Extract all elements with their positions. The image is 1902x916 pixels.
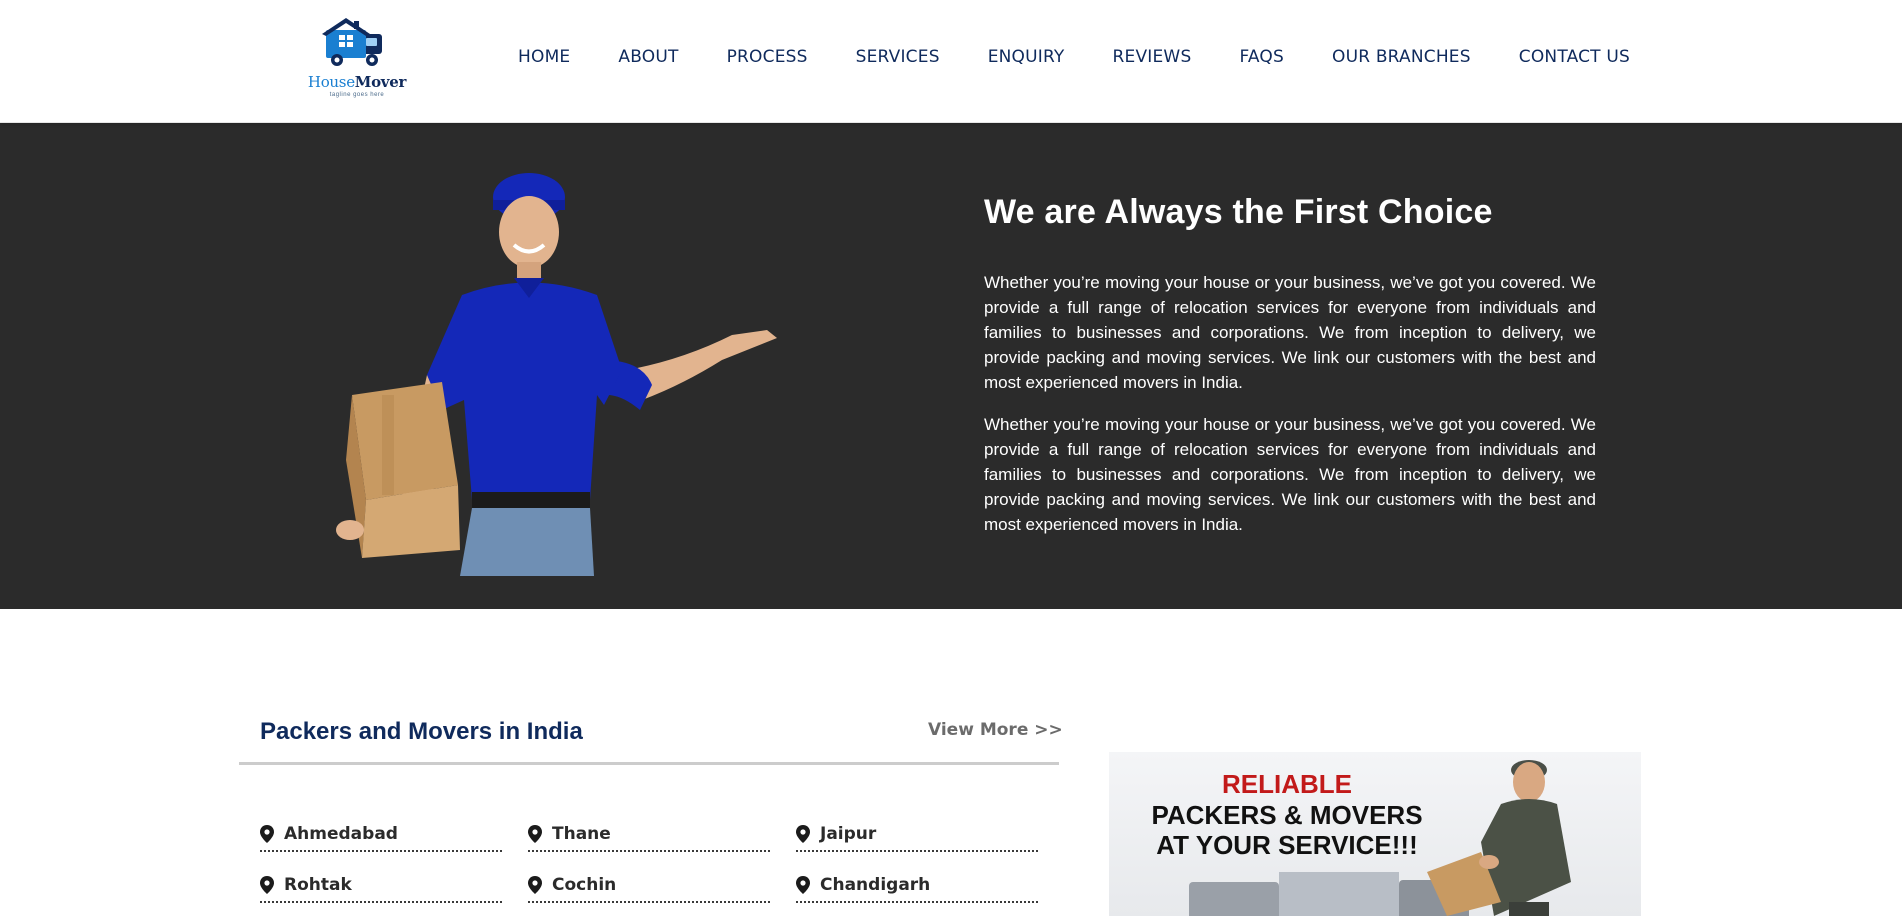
hero-paragraph-1: Whether you’re moving your house or your… — [984, 273, 1596, 392]
logo-tagline: tagline goes here — [329, 92, 385, 98]
nav-our-branches[interactable]: OUR BRANCHES — [1332, 47, 1471, 67]
map-pin-icon — [260, 876, 274, 894]
city-link-jaipur[interactable]: Jaipur — [796, 822, 1038, 852]
city-name: Cochin — [552, 875, 617, 895]
packers-section-title: Packers and Movers in India — [260, 718, 583, 745]
section-divider — [239, 762, 1059, 765]
city-link-cochin[interactable]: Cochin — [528, 873, 770, 903]
promo-line-2: PACKERS & MOVERS — [1151, 800, 1423, 830]
hero-title: We are Always the First Choice — [984, 193, 1493, 231]
promo-line-1: RELIABLE — [1222, 769, 1352, 799]
map-pin-icon — [528, 876, 542, 894]
map-pin-icon — [796, 876, 810, 894]
hero-section — [0, 123, 1902, 609]
logo[interactable]: HouseMover tagline goes here — [304, 18, 410, 100]
site-header: HouseMover tagline goes here HOME ABOUT … — [0, 0, 1902, 123]
map-pin-icon — [260, 825, 274, 843]
nav-faqs[interactable]: FAQS — [1239, 47, 1284, 67]
promo-line-3: AT YOUR SERVICE!!! — [1156, 830, 1418, 860]
logo-text-house: House — [307, 73, 355, 91]
nav-services[interactable]: SERVICES — [856, 47, 940, 67]
truck-house-icon — [322, 18, 382, 66]
logo-text-mover: Mover — [354, 73, 407, 91]
city-link-rohtak[interactable]: Rohtak — [260, 873, 502, 903]
nav-home[interactable]: HOME — [518, 47, 570, 67]
city-name: Rohtak — [284, 875, 352, 895]
city-name: Chandigarh — [820, 875, 931, 895]
map-pin-icon — [528, 825, 542, 843]
map-pin-icon — [796, 825, 810, 843]
logo-text: HouseMover — [304, 73, 410, 91]
nav-contact-us[interactable]: CONTACT US — [1519, 47, 1630, 67]
promo-banner: RELIABLE PACKERS & MOVERS AT YOUR SERVIC… — [1109, 752, 1641, 916]
city-link-thane[interactable]: Thane — [528, 822, 770, 852]
view-more-link[interactable]: View More >> — [928, 720, 1063, 740]
city-name: Thane — [552, 824, 611, 844]
main-nav: HOME ABOUT PROCESS SERVICES ENQUIRY REVI… — [518, 47, 1630, 67]
nav-process[interactable]: PROCESS — [727, 47, 808, 67]
nav-about[interactable]: ABOUT — [618, 47, 678, 67]
city-link-chandigarh[interactable]: Chandigarh — [796, 873, 1038, 903]
nav-enquiry[interactable]: ENQUIRY — [988, 47, 1065, 67]
nav-reviews[interactable]: REVIEWS — [1113, 47, 1192, 67]
city-name: Ahmedabad — [284, 824, 398, 844]
city-name: Jaipur — [820, 824, 877, 844]
delivery-man-image — [336, 173, 777, 576]
city-link-ahmedabad[interactable]: Ahmedabad — [260, 822, 502, 852]
hero-paragraph-2: Whether you’re moving your house or your… — [984, 415, 1596, 534]
